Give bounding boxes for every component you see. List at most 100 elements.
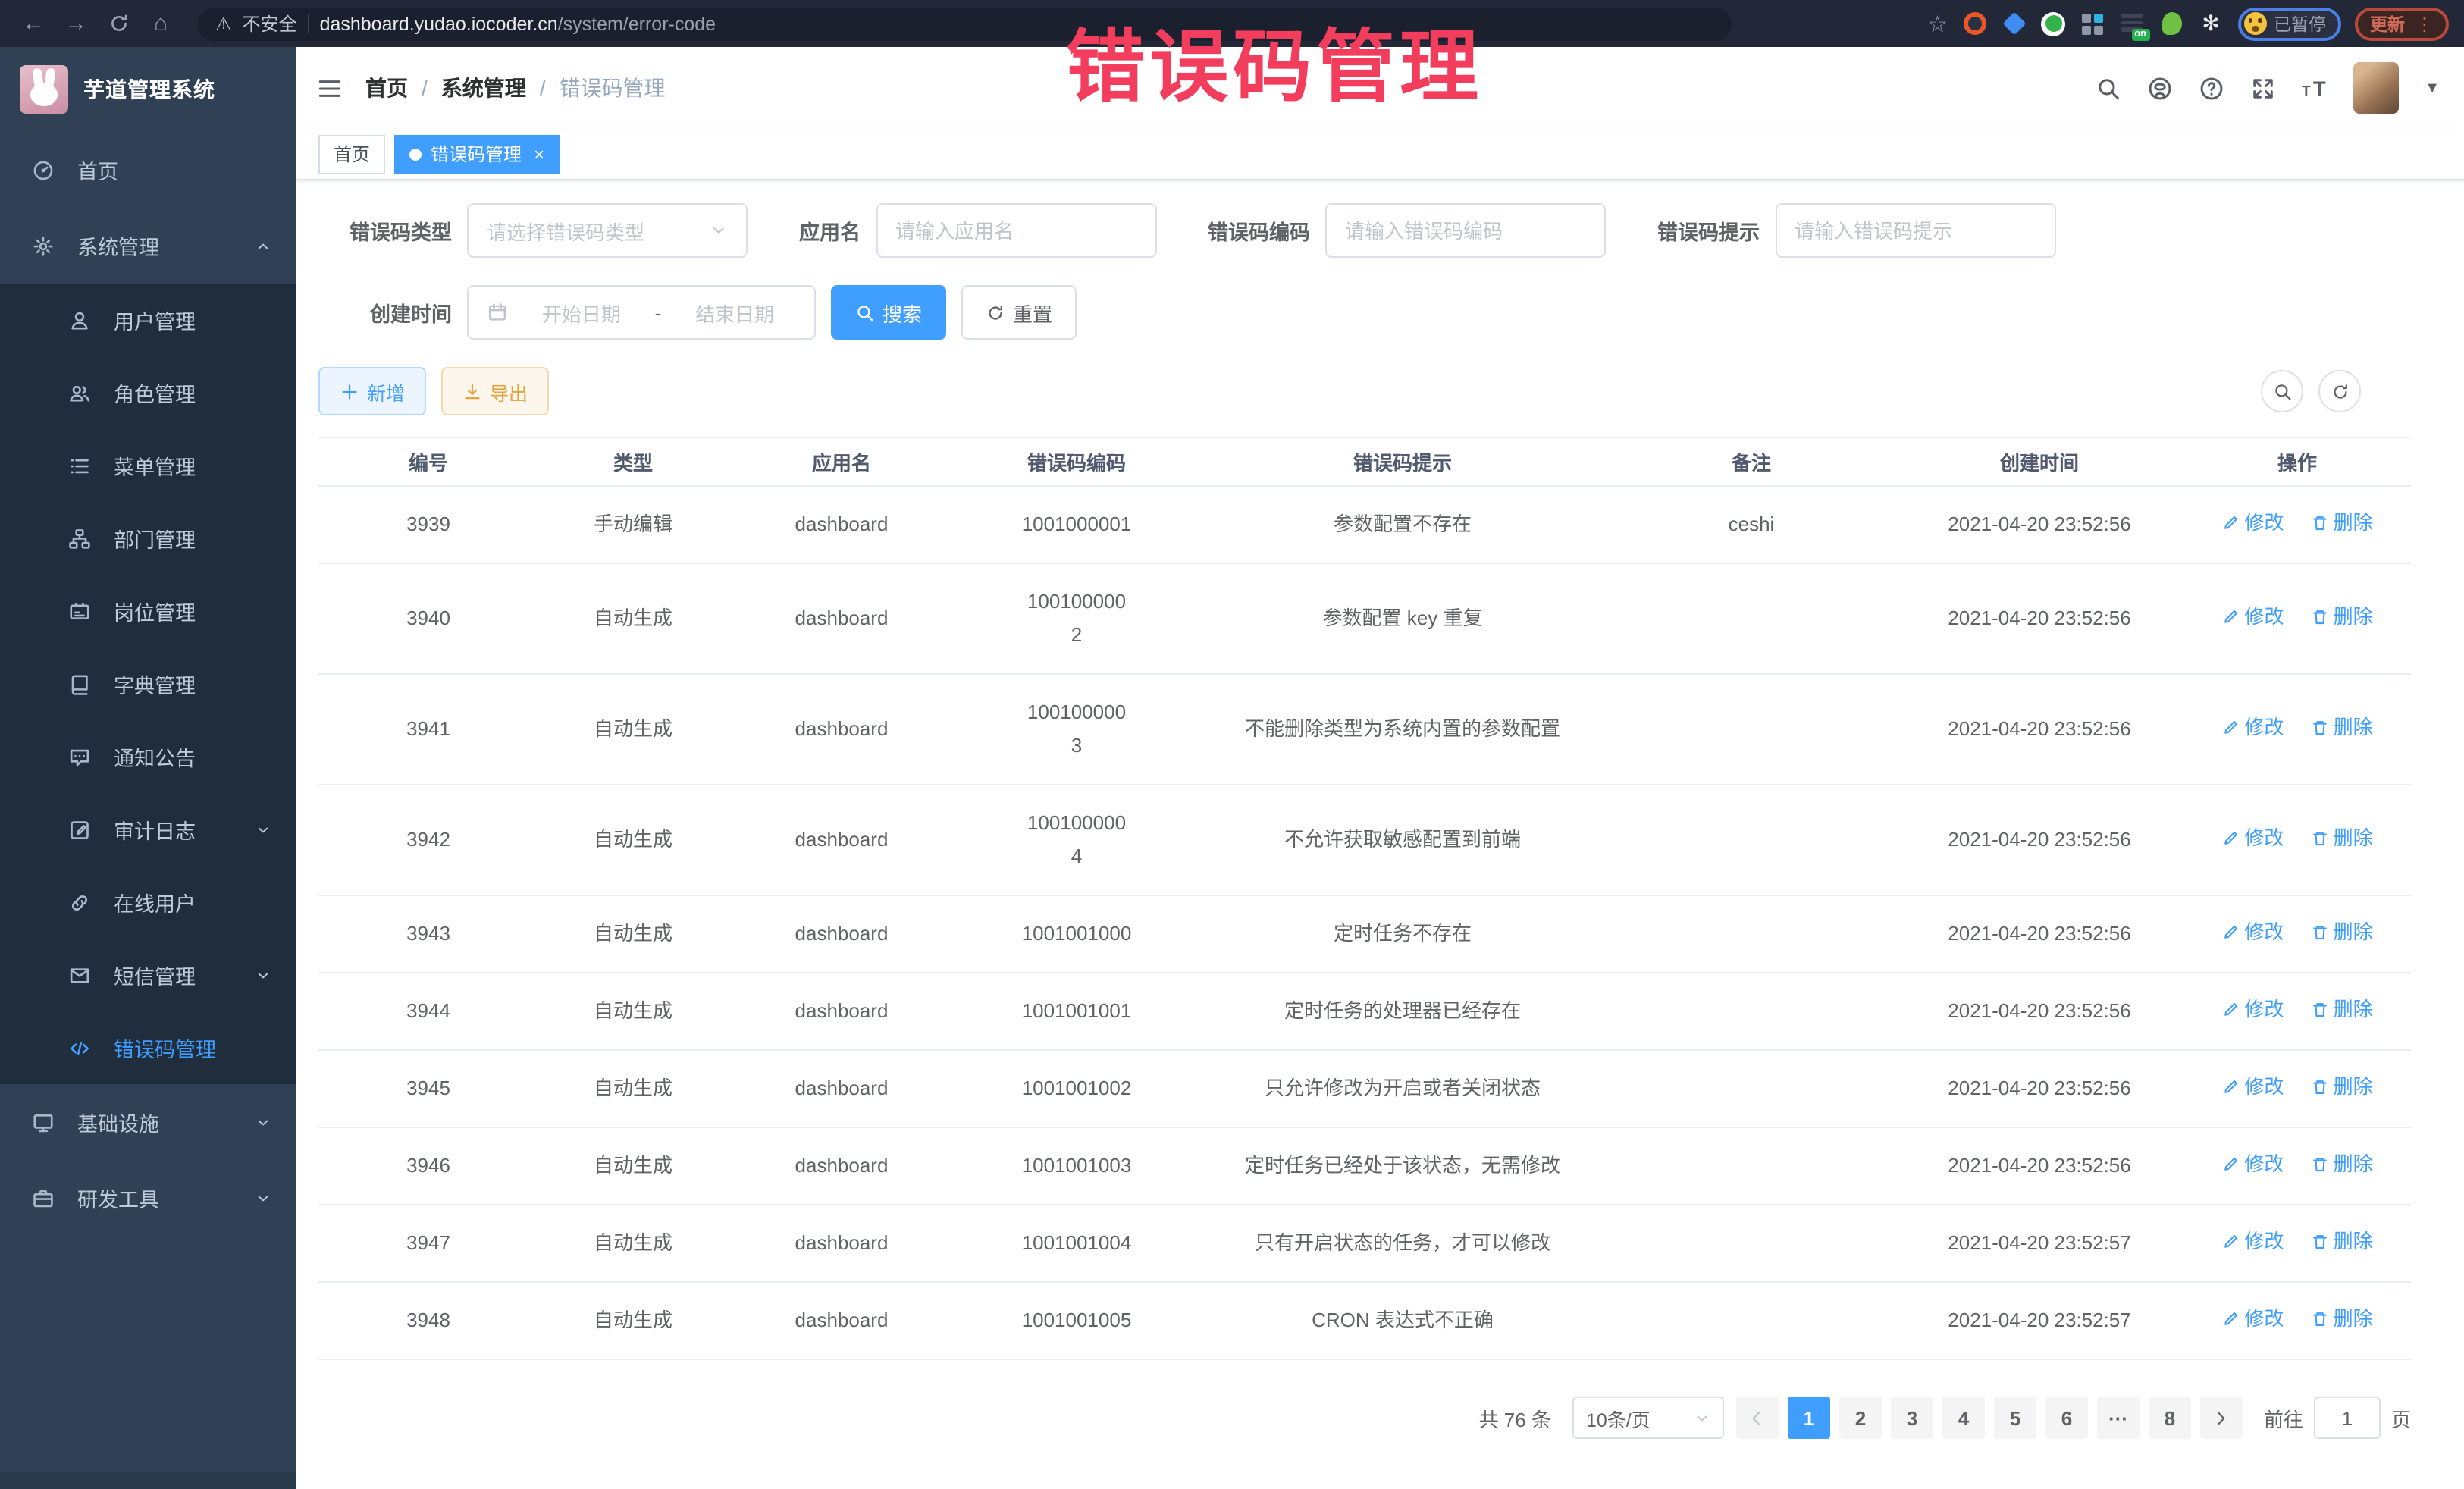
edit-link[interactable]: 修改 (2221, 995, 2284, 1025)
show-search-button[interactable] (2261, 370, 2303, 412)
page-button[interactable]: 8 (2149, 1397, 2191, 1439)
edit-link[interactable]: 修改 (2221, 1072, 2284, 1102)
sidebar-item-link[interactable]: 通知公告 (0, 720, 296, 793)
goto-page-input[interactable] (2314, 1397, 2381, 1439)
edit-link[interactable]: 修改 (2221, 508, 2284, 538)
delete-link[interactable]: 删除 (2311, 823, 2373, 854)
export-button[interactable]: 导出 (441, 367, 549, 415)
leaf-extension-icon[interactable] (2158, 11, 2184, 36)
sidebar-item-link[interactable]: 研发工具 (0, 1160, 296, 1236)
delete-icon (2311, 1001, 2329, 1019)
github-icon[interactable] (2147, 75, 2173, 101)
table-row: 3948 自动生成 dashboard 1001001005 CRON 表达式不… (318, 1282, 2411, 1359)
search-icon[interactable] (2096, 75, 2121, 101)
cell-actions: 修改 删除 (2183, 1050, 2411, 1127)
sidebar-item-link[interactable]: 菜单管理 (0, 429, 296, 502)
edit-link[interactable]: 修改 (2221, 917, 2284, 948)
font-size-icon[interactable]: TT (2302, 75, 2328, 101)
refresh-table-button[interactable] (2318, 370, 2361, 412)
sidebar-item-link[interactable]: 短信管理 (0, 939, 296, 1011)
sidebar-item-link[interactable]: 部门管理 (0, 502, 296, 575)
cell-type: 自动生成 (538, 1050, 728, 1127)
delete-link[interactable]: 删除 (2311, 917, 2373, 948)
edit-link[interactable]: 修改 (2221, 713, 2284, 743)
kebab-menu-icon[interactable]: ⋮ (2415, 13, 2434, 34)
edit-link[interactable]: 修改 (2221, 602, 2284, 632)
back-icon[interactable]: ← (15, 5, 52, 42)
delete-link[interactable]: 删除 (2311, 508, 2373, 538)
home-icon[interactable]: ⌂ (143, 5, 179, 42)
breadcrumb-separator: / (540, 76, 546, 100)
prev-page-button[interactable] (1736, 1397, 1779, 1439)
delete-link[interactable]: 删除 (2311, 1304, 2373, 1334)
delete-link[interactable]: 删除 (2311, 1072, 2373, 1102)
sidebar-item-link[interactable]: 首页 (0, 132, 296, 208)
page-size-select[interactable]: 10条/页 (1572, 1397, 1724, 1439)
delete-link[interactable]: 删除 (2311, 1149, 2373, 1180)
page-button[interactable]: 4 (1942, 1397, 1985, 1439)
yoast-extension-icon[interactable] (2040, 11, 2066, 36)
table-row: 3944 自动生成 dashboard 1001001001 定时任务的处理器已… (318, 973, 2411, 1050)
delete-link[interactable]: 删除 (2311, 1227, 2373, 1257)
sidebar-item-label: 角色管理 (114, 378, 196, 408)
sidebar-item-link[interactable]: 字典管理 (0, 647, 296, 720)
sidebar-item-link[interactable]: 岗位管理 (0, 575, 296, 647)
sidebar-item-link[interactable]: 用户管理 (0, 284, 296, 356)
sidebar-item-link[interactable]: 审计日志 (0, 793, 296, 866)
sidebar-item-link[interactable]: 系统管理 (0, 208, 296, 284)
date-range-picker[interactable]: 开始日期 - 结束日期 (467, 285, 816, 340)
more-pages-button[interactable]: ··· (2097, 1397, 2140, 1439)
sidebar-item-link[interactable]: 在线用户 (0, 866, 296, 939)
breadcrumb-system[interactable]: 系统管理 (441, 73, 526, 103)
add-button[interactable]: 新增 (318, 367, 426, 415)
page-button[interactable]: 2 (1839, 1397, 1882, 1439)
page-button[interactable]: 3 (1891, 1397, 1933, 1439)
edit-link[interactable]: 修改 (2221, 1304, 2284, 1334)
reset-button[interactable]: 重置 (961, 285, 1077, 340)
app-logo[interactable]: 芋道管理系统 (0, 47, 296, 132)
pinwheel-extension-icon[interactable]: ✻ (2198, 11, 2224, 36)
tab-label: 首页 (334, 141, 370, 167)
hamburger-menu-icon[interactable] (317, 75, 343, 101)
page-button[interactable]: 1 (1788, 1397, 1830, 1439)
browser-update-button[interactable]: 更新 ⋮ (2355, 7, 2449, 40)
next-page-button[interactable] (2200, 1397, 2243, 1439)
profile-paused-badge[interactable]: 已暂停 (2237, 7, 2341, 40)
delete-link[interactable]: 删除 (2311, 602, 2373, 632)
grid-extension-icon[interactable] (2080, 11, 2105, 36)
gem-extension-icon[interactable] (2001, 11, 2027, 36)
edit-link[interactable]: 修改 (2221, 1227, 2284, 1257)
app-name-input[interactable] (895, 219, 1136, 242)
forward-icon[interactable]: → (58, 5, 94, 42)
breadcrumb-home[interactable]: 首页 (365, 73, 408, 103)
orange-extension-icon[interactable] (1961, 11, 1987, 36)
sidebar-item-link[interactable]: 基础设施 (0, 1084, 296, 1160)
star-icon[interactable]: ☆ (1927, 10, 1948, 37)
cell-id: 3944 (318, 973, 538, 1050)
edit-link[interactable]: 修改 (2221, 1149, 2284, 1180)
page-button[interactable]: 5 (1994, 1397, 2036, 1439)
error-type-select[interactable]: 请选择错误码类型 (467, 203, 748, 258)
edit-link[interactable]: 修改 (2221, 823, 2284, 854)
sidebar-item-label: 岗位管理 (114, 596, 196, 626)
sidebar-item-link[interactable]: 角色管理 (0, 356, 296, 429)
delete-link[interactable]: 删除 (2311, 713, 2373, 743)
error-code-input[interactable] (1345, 219, 1586, 242)
onoff-extension-icon[interactable]: on (2119, 11, 2145, 36)
help-icon[interactable] (2199, 75, 2224, 101)
sidebar-item-active[interactable]: 错误码管理 (0, 1011, 296, 1084)
fullscreen-icon[interactable] (2250, 75, 2276, 101)
cell-id: 3945 (318, 1050, 538, 1127)
error-hint-input[interactable] (1795, 219, 2036, 242)
close-icon[interactable]: × (534, 143, 544, 165)
page-button[interactable]: 6 (2045, 1397, 2088, 1439)
id-card-icon (67, 600, 92, 622)
delete-link[interactable]: 删除 (2311, 995, 2373, 1025)
user-avatar[interactable] (2353, 62, 2399, 114)
caret-down-icon[interactable]: ▼ (2425, 80, 2440, 96)
tab-home[interactable]: 首页 (318, 134, 385, 174)
tab-error-code[interactable]: 错误码管理 × (394, 134, 560, 174)
address-bar[interactable]: ⚠ 不安全 dashboard.yudao.iocoder.cn/system/… (197, 7, 1732, 40)
search-button[interactable]: 搜索 (831, 285, 946, 340)
reload-icon[interactable] (100, 5, 136, 42)
